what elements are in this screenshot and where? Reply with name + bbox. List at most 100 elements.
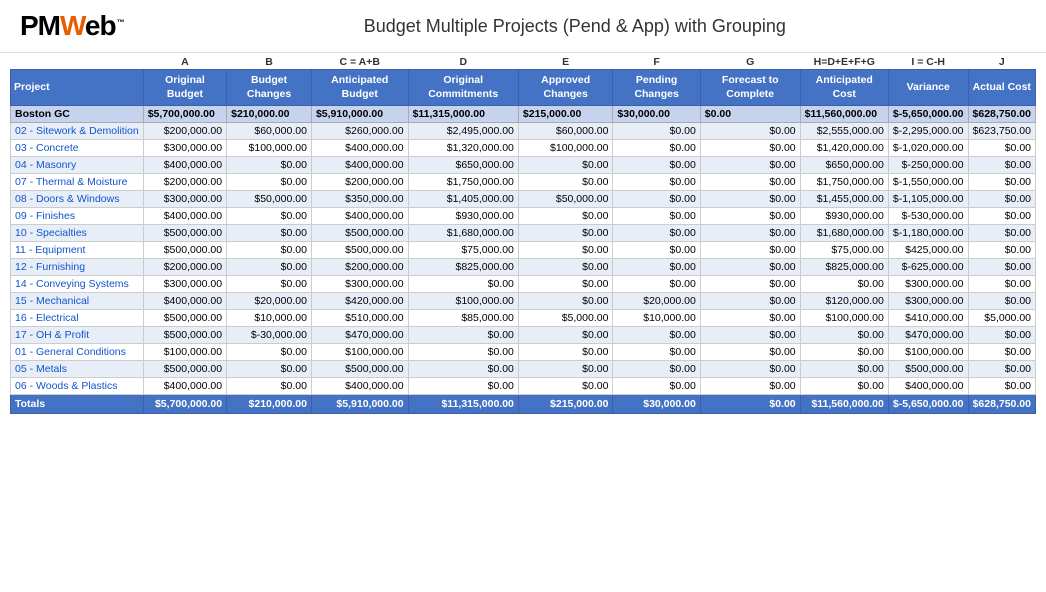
cell-budget_changes: $100,000.00 xyxy=(227,140,312,157)
cell-original_budget: $400,000.00 xyxy=(143,208,226,225)
cell-variance: $-2,295,000.00 xyxy=(888,123,968,140)
cell-pending_changes: $10,000.00 xyxy=(613,310,700,327)
totals-budget-changes: $210,000.00 xyxy=(227,395,312,414)
page-header: PMWeb™ Budget Multiple Projects (Pend & … xyxy=(0,0,1046,53)
table-footer: Totals $5,700,000.00 $210,000.00 $5,910,… xyxy=(11,395,1036,414)
cell-anticipated_cost: $120,000.00 xyxy=(800,293,888,310)
cell-approved_changes: $5,000.00 xyxy=(518,310,613,327)
col-letter-c: C = A+B xyxy=(311,53,408,70)
cell-actual_cost: $0.00 xyxy=(968,276,1035,293)
col-header-project: Project xyxy=(11,70,144,106)
cell-approved_changes: $50,000.00 xyxy=(518,191,613,208)
totals-row: Totals $5,700,000.00 $210,000.00 $5,910,… xyxy=(11,395,1036,414)
cell-original_budget: $200,000.00 xyxy=(143,123,226,140)
totals-approved-changes: $215,000.00 xyxy=(518,395,613,414)
cell-anticipated_cost: $2,555,000.00 xyxy=(800,123,888,140)
col-header-budget-changes: Budget Changes xyxy=(227,70,312,106)
cell-pending_changes: $0.00 xyxy=(613,208,700,225)
cell-actual_cost: $5,000.00 xyxy=(968,310,1035,327)
totals-forecast-to-complete: $0.00 xyxy=(700,395,800,414)
cell-anticipated_budget: $500,000.00 xyxy=(311,225,408,242)
cell-original_budget: $200,000.00 xyxy=(143,174,226,191)
cell-pending_changes: $0.00 xyxy=(613,225,700,242)
cell-project: 07 - Thermal & Moisture xyxy=(11,174,144,191)
cell-actual_cost: $0.00 xyxy=(968,140,1035,157)
cell-anticipated_budget: $470,000.00 xyxy=(311,327,408,344)
cell-original_commitments: $1,320,000.00 xyxy=(408,140,518,157)
cell-original_budget: $300,000.00 xyxy=(143,276,226,293)
cell-original_commitments: $1,405,000.00 xyxy=(408,191,518,208)
cell-pending_changes: $0.00 xyxy=(613,123,700,140)
totals-label: Totals xyxy=(11,395,144,414)
col-header-pending-changes: Pending Changes xyxy=(613,70,700,106)
cell-anticipated_cost: $0.00 xyxy=(800,361,888,378)
cell-variance: $500,000.00 xyxy=(888,361,968,378)
cell-pending_changes: $0.00 xyxy=(613,276,700,293)
cell-project: 09 - Finishes xyxy=(11,208,144,225)
cell-anticipated_budget: $400,000.00 xyxy=(311,378,408,395)
cell-anticipated_budget: $100,000.00 xyxy=(311,344,408,361)
cell-variance: $-1,550,000.00 xyxy=(888,174,968,191)
cell-pending_changes: $0.00 xyxy=(613,361,700,378)
cell-original_budget: $500,000.00 xyxy=(143,225,226,242)
cell-project: 10 - Specialties xyxy=(11,225,144,242)
cell-original_budget: $400,000.00 xyxy=(143,157,226,174)
table-row: 15 - Mechanical$400,000.00$20,000.00$420… xyxy=(11,293,1036,310)
cell-anticipated_cost: $650,000.00 xyxy=(800,157,888,174)
cell-variance: $470,000.00 xyxy=(888,327,968,344)
cell-original_commitments: $650,000.00 xyxy=(408,157,518,174)
group-header-boston-gc: Boston GC $5,700,000.00 $210,000.00 $5,9… xyxy=(11,106,1036,123)
totals-anticipated-budget: $5,910,000.00 xyxy=(311,395,408,414)
table-row: 16 - Electrical$500,000.00$10,000.00$510… xyxy=(11,310,1036,327)
table-row: 04 - Masonry$400,000.00$0.00$400,000.00$… xyxy=(11,157,1036,174)
group-header-variance: $-5,650,000.00 xyxy=(888,106,968,123)
totals-original-commitments: $11,315,000.00 xyxy=(408,395,518,414)
group-header-original-commitments: $11,315,000.00 xyxy=(408,106,518,123)
cell-approved_changes: $100,000.00 xyxy=(518,140,613,157)
cell-original_commitments: $0.00 xyxy=(408,327,518,344)
table-row: 17 - OH & Profit$500,000.00$-30,000.00$4… xyxy=(11,327,1036,344)
cell-anticipated_budget: $300,000.00 xyxy=(311,276,408,293)
cell-forecast_to_complete: $0.00 xyxy=(700,361,800,378)
cell-budget_changes: $0.00 xyxy=(227,259,312,276)
cell-actual_cost: $0.00 xyxy=(968,378,1035,395)
table-body: Boston GC $5,700,000.00 $210,000.00 $5,9… xyxy=(11,106,1036,395)
cell-original_budget: $400,000.00 xyxy=(143,378,226,395)
col-header-forecast-to-complete: Forecast to Complete xyxy=(700,70,800,106)
cell-anticipated_budget: $500,000.00 xyxy=(311,361,408,378)
cell-forecast_to_complete: $0.00 xyxy=(700,140,800,157)
col-letter-e: E xyxy=(518,53,613,70)
cell-original_commitments: $1,680,000.00 xyxy=(408,225,518,242)
cell-anticipated_cost: $0.00 xyxy=(800,276,888,293)
cell-approved_changes: $0.00 xyxy=(518,259,613,276)
cell-original_commitments: $0.00 xyxy=(408,344,518,361)
col-header-original-commitments: Original Commitments xyxy=(408,70,518,106)
col-header-variance: Variance xyxy=(888,70,968,106)
table-row: 12 - Furnishing$200,000.00$0.00$200,000.… xyxy=(11,259,1036,276)
cell-approved_changes: $0.00 xyxy=(518,327,613,344)
col-letter-f: F xyxy=(613,53,700,70)
col-letter-g: G xyxy=(700,53,800,70)
cell-pending_changes: $0.00 xyxy=(613,191,700,208)
cell-forecast_to_complete: $0.00 xyxy=(700,225,800,242)
cell-variance: $-1,180,000.00 xyxy=(888,225,968,242)
col-letter-j: J xyxy=(968,53,1035,70)
table-container: A B C = A+B D E F G H=D+E+F+G I = C-H J … xyxy=(0,53,1046,424)
cell-approved_changes: $0.00 xyxy=(518,174,613,191)
cell-budget_changes: $0.00 xyxy=(227,242,312,259)
cell-original_commitments: $0.00 xyxy=(408,276,518,293)
totals-original-budget: $5,700,000.00 xyxy=(143,395,226,414)
cell-anticipated_cost: $0.00 xyxy=(800,327,888,344)
cell-variance: $-1,020,000.00 xyxy=(888,140,968,157)
cell-budget_changes: $0.00 xyxy=(227,344,312,361)
group-header-approved-changes: $215,000.00 xyxy=(518,106,613,123)
cell-budget_changes: $0.00 xyxy=(227,157,312,174)
cell-variance: $300,000.00 xyxy=(888,293,968,310)
group-header-original-budget: $5,700,000.00 xyxy=(143,106,226,123)
cell-approved_changes: $0.00 xyxy=(518,293,613,310)
cell-pending_changes: $20,000.00 xyxy=(613,293,700,310)
cell-budget_changes: $0.00 xyxy=(227,225,312,242)
cell-anticipated_cost: $75,000.00 xyxy=(800,242,888,259)
cell-approved_changes: $0.00 xyxy=(518,242,613,259)
cell-budget_changes: $0.00 xyxy=(227,276,312,293)
